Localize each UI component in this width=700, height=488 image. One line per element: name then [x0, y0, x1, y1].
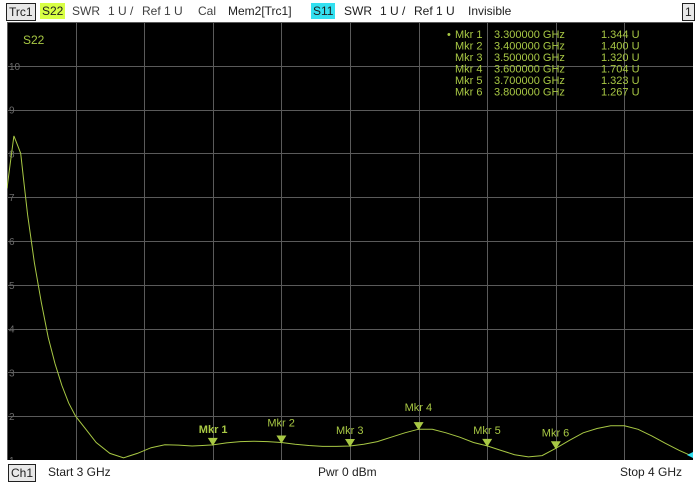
marker-table-frequency[interactable]: 3.500000 GHz — [494, 52, 565, 64]
active-marker-dot: • — [447, 29, 451, 41]
start-frequency[interactable]: Start 3 GHz — [48, 464, 111, 480]
mem-format-label[interactable]: SWR — [342, 3, 374, 19]
y-tick-label: 4 — [9, 325, 15, 336]
marker-table: • Mkr 1 3.300000 GHz 1.344 U Mkr 2 3.400000 G… — [447, 29, 640, 99]
marker-triangle-icon[interactable] — [550, 441, 561, 450]
cal-label[interactable]: Cal — [196, 3, 218, 19]
marker-table-value: 1.344 U — [601, 29, 640, 41]
diagram-area[interactable]: 10987654321 S22 •Mkr 13.300000 GHz1.344 … — [7, 22, 693, 460]
marker-table-frequency[interactable]: 3.700000 GHz — [494, 75, 565, 87]
marker-label[interactable]: Mkr 5 — [473, 425, 501, 437]
power-level[interactable]: Pwr 0 dBm — [318, 464, 377, 480]
channel-tag[interactable]: Ch1 — [8, 464, 37, 482]
window-number[interactable]: 1 — [682, 3, 695, 21]
marker-table-id[interactable]: Mkr 5 — [455, 75, 483, 87]
y-tick-label: 9 — [9, 106, 15, 117]
marker-table-value: 1.400 U — [601, 41, 640, 53]
marker-table-id[interactable]: Mkr 2 — [455, 41, 483, 53]
y-tick-label: 2 — [9, 412, 15, 423]
y-tick-label: 7 — [9, 193, 15, 204]
stop-frequency[interactable]: Stop 4 GHz — [620, 464, 682, 480]
mem-scale-label[interactable]: 1 U / — [378, 3, 407, 19]
y-tick-label: 10 — [9, 62, 21, 73]
trace-info-bar: Trc1 S22 SWR 1 U / Ref 1 U Cal Mem2[Trc1… — [0, 0, 700, 22]
mem-param-tag[interactable]: S11 — [311, 3, 336, 19]
trace-plot: 10987654321 S22 •Mkr 13.300000 GHz1.344 … — [7, 22, 693, 460]
marker-label[interactable]: Mkr 2 — [267, 417, 295, 429]
channel-info-bar: Ch1 Start 3 GHz Pwr 0 dBm Stop 4 GHz — [0, 462, 700, 488]
marker-table-id[interactable]: Mkr 1 — [455, 29, 483, 41]
marker-label[interactable]: Mkr 3 — [336, 425, 364, 437]
vna-window: Trc1 S22 SWR 1 U / Ref 1 U Cal Mem2[Trc1… — [0, 0, 700, 488]
stop-arrow-icon — [687, 452, 693, 458]
ref-label[interactable]: Ref 1 U — [140, 3, 185, 19]
marker-table-id[interactable]: Mkr 6 — [455, 87, 483, 99]
marker-table-frequency[interactable]: 3.800000 GHz — [494, 87, 565, 99]
format-label[interactable]: SWR — [70, 3, 102, 19]
marker-table-value: 1.267 U — [601, 87, 640, 99]
y-tick-label: 3 — [9, 368, 15, 379]
marker-table-value: 1.320 U — [601, 52, 640, 64]
y-tick-label: 6 — [9, 237, 15, 248]
mem-ref-label[interactable]: Ref 1 U — [412, 3, 457, 19]
marker-label[interactable]: Mkr 6 — [542, 427, 570, 439]
scale-label[interactable]: 1 U / — [106, 3, 135, 19]
marker-group: Mkr 1 Mkr 2 Mkr 3 Mkr 4 Mkr 5 Mkr 6 — [199, 402, 570, 450]
mem-state-label: Invisible — [468, 4, 512, 18]
marker-table-frequency[interactable]: 3.400000 GHz — [494, 41, 565, 53]
marker-table-id[interactable]: Mkr 3 — [455, 52, 483, 64]
marker-table-frequency[interactable]: 3.600000 GHz — [494, 64, 565, 76]
marker-table-value: 1.323 U — [601, 75, 640, 87]
marker-triangle-icon[interactable] — [482, 438, 493, 447]
marker-label[interactable]: Mkr 1 — [199, 424, 228, 436]
y-tick-label: 5 — [9, 281, 15, 292]
marker-table-id[interactable]: Mkr 4 — [455, 64, 483, 76]
trace-label: S22 — [23, 33, 45, 47]
marker-label[interactable]: Mkr 4 — [405, 402, 433, 414]
trace-tag[interactable]: Trc1 — [6, 3, 36, 21]
grid — [7, 22, 693, 460]
y-tick-labels: 10987654321 — [9, 62, 21, 460]
param-tag[interactable]: S22 — [40, 3, 66, 19]
marker-table-frequency[interactable]: 3.300000 GHz — [494, 29, 565, 41]
mem-trace-tag[interactable]: Mem2[Trc1] — [226, 3, 294, 19]
marker-table-value: 1.704 U — [601, 64, 640, 76]
y-tick-label: 1 — [9, 456, 15, 460]
